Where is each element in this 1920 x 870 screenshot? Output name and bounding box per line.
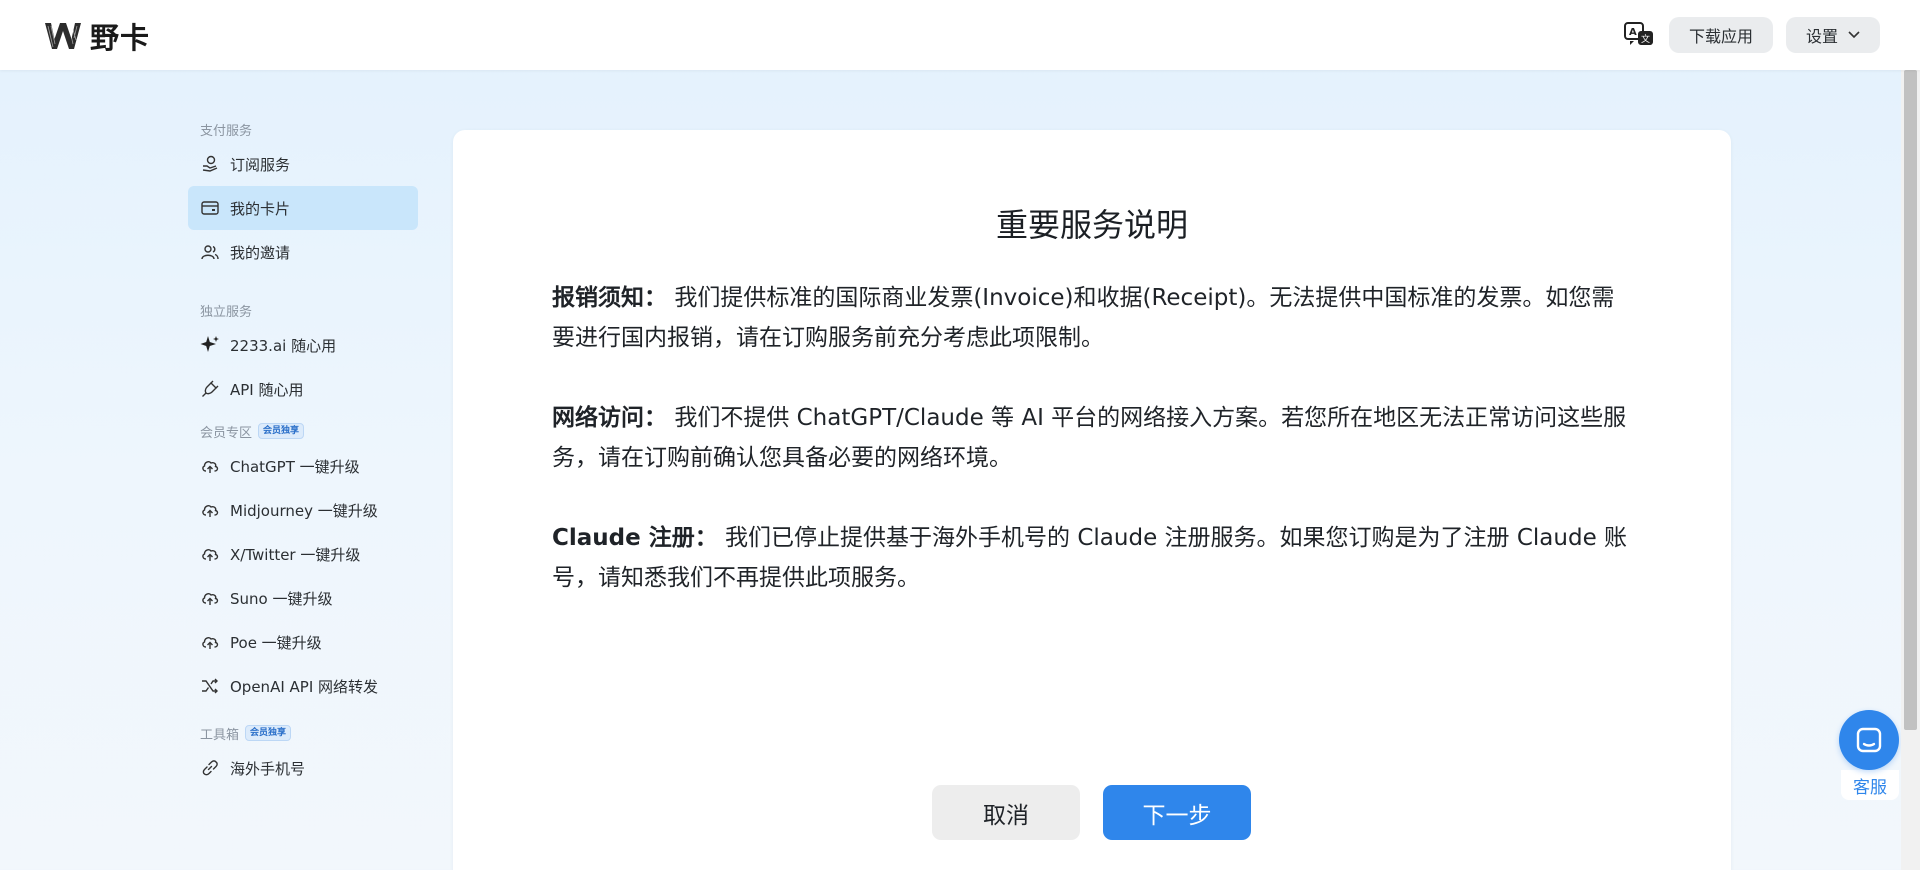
sidebar-item-label: Suno 一键升级 bbox=[230, 589, 333, 608]
shuffle-icon bbox=[200, 676, 220, 696]
plug-icon bbox=[200, 379, 220, 399]
language-button[interactable]: A 文 bbox=[1621, 17, 1657, 53]
notice-text: 我们不提供 ChatGPT/Claude 等 AI 平台的网络接入方案。若您所在… bbox=[552, 405, 1627, 471]
sidebar-item-my-cards[interactable]: 我的卡片 bbox=[188, 186, 418, 230]
card-icon bbox=[200, 198, 220, 218]
cloud-upload-icon bbox=[200, 588, 220, 608]
cancel-button[interactable]: 取消 bbox=[932, 785, 1080, 840]
sidebar-item-openai-forward[interactable]: OpenAI API 网络转发 bbox=[188, 664, 418, 708]
sidebar-item-label: API 随心用 bbox=[230, 380, 304, 399]
brand-name: 野卡 bbox=[90, 21, 151, 55]
sparkle-icon bbox=[200, 335, 220, 355]
sidebar-item-suno-upgrade[interactable]: Suno 一键升级 bbox=[188, 576, 418, 620]
hand-coin-icon bbox=[200, 154, 220, 174]
customer-service-label: 客服 bbox=[1841, 770, 1899, 800]
sidebar-item-api[interactable]: API 随心用 bbox=[188, 367, 418, 411]
cloud-upload-icon bbox=[200, 500, 220, 520]
sidebar-item-label: Poe 一键升级 bbox=[230, 633, 322, 652]
translate-icon: A 文 bbox=[1623, 22, 1653, 45]
notice-network: 网络访问： 我们不提供 ChatGPT/Claude 等 AI 平台的网络接入方… bbox=[552, 398, 1632, 478]
chevron-down-icon bbox=[1848, 31, 1860, 39]
toolbox-badge: 会员独享 bbox=[245, 725, 292, 741]
notice-text: 我们提供标准的国际商业发票(Invoice)和收据(Receipt)。无法提供中… bbox=[552, 285, 1615, 351]
users-icon bbox=[200, 242, 220, 262]
sidebar-item-twitter-upgrade[interactable]: X/Twitter 一键升级 bbox=[188, 532, 418, 576]
sidebar-item-label: OpenAI API 网络转发 bbox=[230, 677, 379, 696]
members-badge: 会员独享 bbox=[258, 423, 305, 439]
logo-w-icon bbox=[45, 23, 81, 49]
cloud-upload-icon bbox=[200, 544, 220, 564]
sidebar-item-midjourney-upgrade[interactable]: Midjourney 一键升级 bbox=[188, 488, 418, 532]
service-notice-card: 重要服务说明 报销须知： 我们提供标准的国际商业发票(Invoice)和收据(R… bbox=[453, 130, 1731, 870]
cloud-upload-icon bbox=[200, 456, 220, 476]
settings-button[interactable]: 设置 bbox=[1785, 17, 1880, 53]
sidebar-item-label: 海外手机号 bbox=[230, 759, 306, 778]
link-icon bbox=[200, 758, 220, 778]
svg-text:A: A bbox=[1629, 27, 1637, 38]
scrollbar-thumb[interactable] bbox=[1904, 70, 1917, 730]
notice-reimbursement: 报销须知： 我们提供标准的国际商业发票(Invoice)和收据(Receipt)… bbox=[552, 278, 1632, 358]
section-label-payment: 支付服务 bbox=[200, 123, 253, 139]
notice-lead: Claude 注册： bbox=[552, 525, 718, 551]
page-title: 重要服务说明 bbox=[995, 206, 1188, 244]
sidebar-item-label: 我的卡片 bbox=[230, 199, 291, 218]
notice-lead: 报销须知： bbox=[552, 285, 667, 311]
notice-claude: Claude 注册： 我们已停止提供基于海外手机号的 Claude 注册服务。如… bbox=[552, 518, 1632, 598]
sidebar-item-label: 订阅服务 bbox=[230, 155, 291, 174]
sidebar-item-poe-upgrade[interactable]: Poe 一键升级 bbox=[188, 620, 418, 664]
sidebar-item-overseas-phone[interactable]: 海外手机号 bbox=[188, 746, 418, 790]
sidebar-item-label: 2233.ai 随心用 bbox=[230, 336, 337, 355]
notice-lead: 网络访问： bbox=[552, 405, 667, 431]
sidebar-item-label: 我的邀请 bbox=[230, 243, 291, 262]
top-header: 野卡 A 文 下载应用 设置 bbox=[0, 0, 1920, 70]
sidebar-item-my-invites[interactable]: 我的邀请 bbox=[188, 230, 418, 274]
sidebar-item-2233ai[interactable]: 2233.ai 随心用 bbox=[188, 323, 418, 367]
section-label-members: 会员专区 会员独享 bbox=[188, 422, 418, 441]
sidebar-item-chatgpt-upgrade[interactable]: ChatGPT 一键升级 bbox=[188, 444, 418, 488]
svg-text:文: 文 bbox=[1641, 33, 1650, 45]
download-app-label: 下载应用 bbox=[1688, 27, 1753, 46]
settings-label: 设置 bbox=[1805, 27, 1838, 46]
sidebar-item-subscription[interactable]: 订阅服务 bbox=[188, 142, 418, 186]
cloud-upload-icon bbox=[200, 632, 220, 652]
sidebar-item-label: Midjourney 一键升级 bbox=[230, 501, 378, 520]
brand-logo[interactable]: 野卡 bbox=[44, 18, 151, 55]
customer-service-widget[interactable]: 客服 bbox=[1839, 710, 1901, 800]
sidebar-item-label: ChatGPT 一键升级 bbox=[230, 457, 360, 476]
section-label-independent: 独立服务 bbox=[200, 304, 253, 320]
download-app-button[interactable]: 下载应用 bbox=[1668, 17, 1773, 53]
sidebar-item-label: X/Twitter 一键升级 bbox=[230, 545, 361, 564]
chat-icon bbox=[1839, 710, 1899, 770]
sidebar: 支付服务 订阅服务 我的卡片 我的邀请 独立服务 2233.ai 随心用 API bbox=[188, 120, 418, 790]
next-step-button[interactable]: 下一步 bbox=[1103, 785, 1251, 840]
section-label-toolbox: 工具箱 会员独享 bbox=[188, 724, 418, 743]
